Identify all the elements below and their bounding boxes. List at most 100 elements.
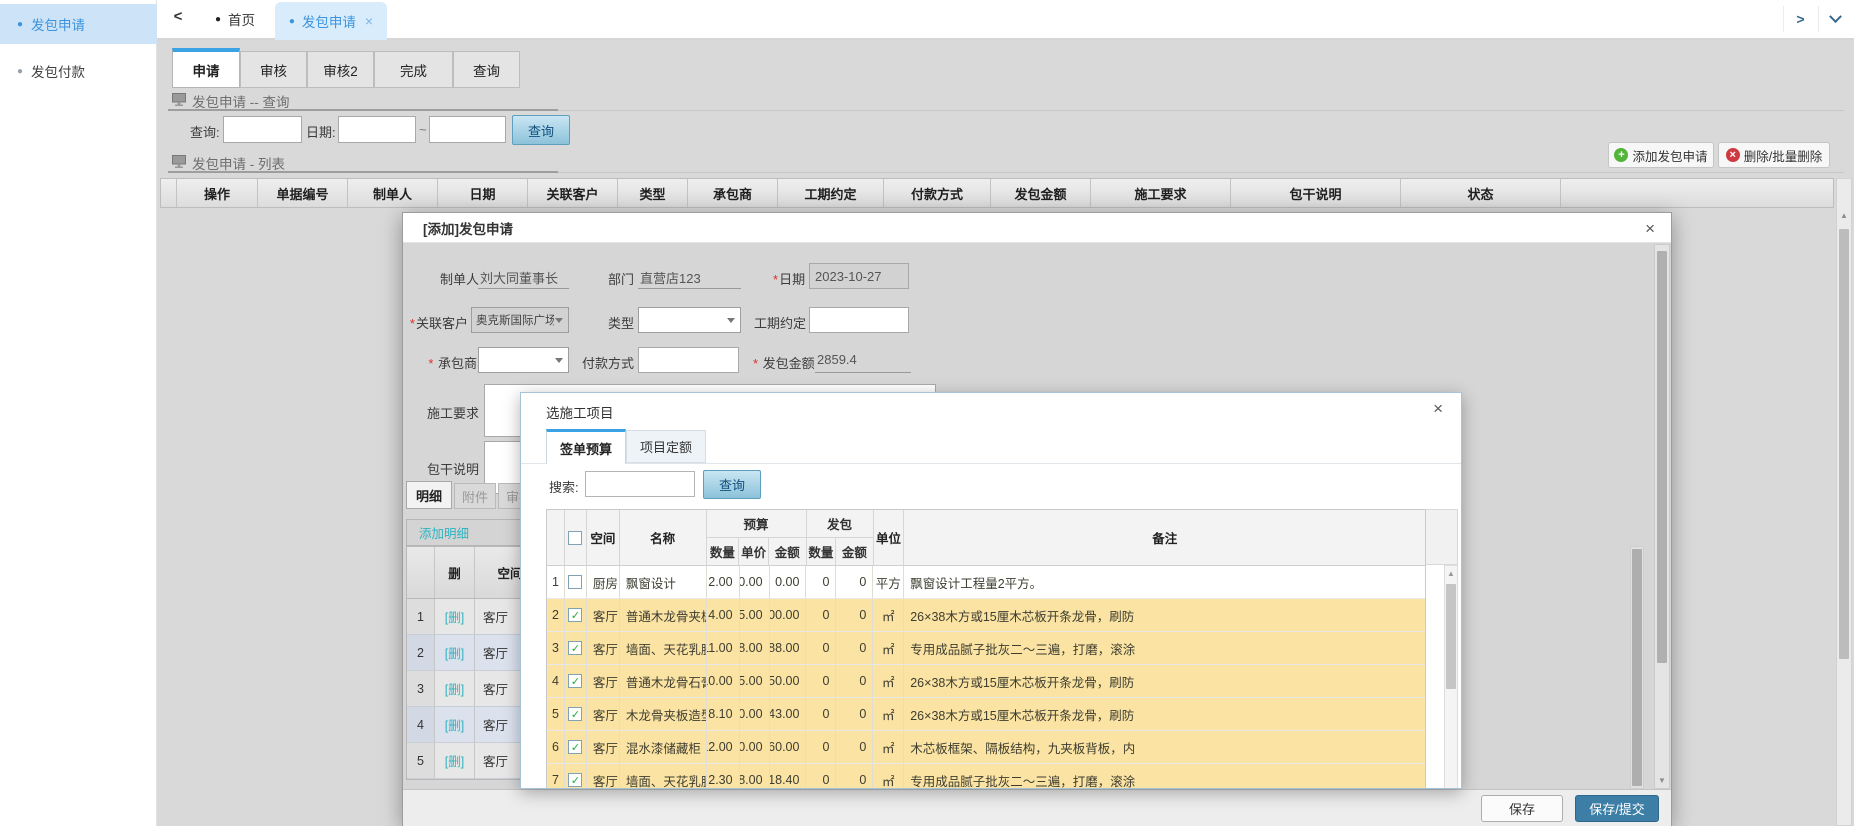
query-input[interactable]	[223, 116, 302, 143]
tab-attachment[interactable]: 附件	[454, 483, 496, 509]
tab-apply[interactable]: 申请	[172, 48, 240, 88]
space-cell: 客厅	[587, 665, 620, 697]
budget-group-header: 预算 数量 单价 金额	[707, 510, 807, 565]
date-end-input[interactable]	[429, 116, 506, 143]
tab-complete[interactable]: 完成	[374, 51, 453, 88]
x-circle-icon: ×	[1726, 148, 1740, 162]
tab-detail[interactable]: 明细	[406, 481, 452, 509]
page-scrollbar[interactable]: ▲	[1836, 178, 1852, 826]
scrollbar-thumb[interactable]	[1446, 584, 1456, 689]
detail-area-scrollbar[interactable]	[1630, 546, 1644, 789]
top-tabbar: < ● 首页 ● 发包申请 × >	[157, 0, 1854, 40]
modal-close-icon[interactable]: ×	[1645, 220, 1655, 237]
date-value-input[interactable]: 2023-10-27	[809, 263, 909, 289]
tab-signed-budget[interactable]: 签单预算	[546, 429, 626, 464]
scrollbar-thumb[interactable]	[1632, 549, 1642, 786]
bullet-icon: ●	[289, 16, 295, 27]
tab-query[interactable]: 查询	[453, 51, 520, 88]
tab-list-dropdown-icon[interactable]	[1818, 6, 1852, 32]
payment-input[interactable]	[638, 347, 739, 373]
picker-header-extension	[1426, 509, 1458, 565]
picker-search-button[interactable]: 查询	[703, 470, 761, 499]
scroll-up-icon[interactable]: ▲	[1445, 569, 1457, 578]
customer-label: *关联客户	[403, 313, 468, 332]
row-checkbox-checked[interactable]	[568, 674, 582, 688]
qty-header: 数量	[707, 538, 740, 565]
scrollbar-thumb[interactable]	[1657, 251, 1667, 663]
picker-table-row[interactable]: 2客厅普通木龙骨夹板墙面4.0025.00100.0000㎡26×38木方或15…	[547, 599, 1425, 632]
picker-table-row[interactable]: 6客厅混水漆储藏柜（深600mm12.00180.002160.0000㎡木芯板…	[547, 731, 1425, 764]
picker-search-input[interactable]	[585, 471, 695, 497]
tab-scroll-left-icon[interactable]: <	[167, 8, 189, 30]
select-all-checkbox[interactable]	[568, 531, 582, 545]
name-cell: 木龙骨夹板造型墙面	[620, 698, 707, 730]
scroll-down-icon[interactable]: ▼	[1655, 776, 1669, 785]
modal-body-scrollbar[interactable]: ▼	[1654, 244, 1670, 789]
sidebar-item-dispatch-payment[interactable]: ● 发包付款	[0, 54, 157, 88]
divider	[558, 110, 1844, 111]
budget-qty-cell: 2.00	[707, 566, 740, 598]
row-number-header	[547, 510, 565, 565]
select-all-header	[565, 510, 587, 565]
tab-close-icon[interactable]: ×	[365, 13, 373, 29]
picker-table-row[interactable]: 1厨房飘窗设计2.000.000.0000平方飘窗设计工程量2平方。	[547, 566, 1425, 599]
delete-row-link[interactable]: [删]	[435, 707, 475, 742]
type-label: 类型	[606, 313, 634, 332]
picker-close-icon[interactable]: ×	[1433, 400, 1443, 417]
customer-select[interactable]: 奥克斯国际广场1栋5单	[471, 307, 569, 333]
amount-value: 2859.4	[815, 347, 911, 373]
contractor-select[interactable]	[478, 347, 569, 373]
row-select-header	[161, 179, 177, 207]
date-start-input[interactable]	[338, 116, 416, 143]
picker-search-label: 搜索:	[549, 477, 579, 496]
requirement-label: 施工要求	[427, 403, 479, 422]
row-number: 1	[547, 566, 565, 598]
row-checkbox-checked[interactable]	[568, 608, 582, 622]
row-checkbox-checked[interactable]	[568, 740, 582, 754]
unit-cell: 平方	[873, 566, 904, 598]
out-qty-header: 数量	[807, 538, 837, 565]
budget-qty-cell: 11.00	[707, 632, 740, 664]
row-checkbox-checked[interactable]	[568, 707, 582, 721]
budget-amount-cell: 250.00	[770, 665, 807, 697]
unit-cell: ㎡	[873, 599, 904, 631]
row-checkbox-checked[interactable]	[568, 773, 582, 787]
picker-table-row[interactable]: 7客厅墙面、天花乳胶漆2.308.0018.4000㎡专用成品腻子批灰二～三遍，…	[547, 764, 1425, 789]
tab-review2[interactable]: 审核2	[307, 51, 374, 88]
tab-scroll-right-icon[interactable]: >	[1783, 6, 1817, 32]
type-select[interactable]	[638, 307, 741, 333]
delete-batch-button[interactable]: × 删除/批量删除	[1718, 142, 1830, 168]
add-detail-link[interactable]: 添加明细	[419, 523, 469, 542]
scroll-up-icon[interactable]: ▲	[1837, 211, 1851, 220]
row-checkbox-checked[interactable]	[568, 641, 582, 655]
delete-row-link[interactable]: [删]	[435, 743, 475, 778]
picker-scrollbar[interactable]: ▲	[1444, 565, 1458, 789]
delete-row-link[interactable]: [删]	[435, 671, 475, 706]
delete-row-link[interactable]: [删]	[435, 635, 475, 670]
sidebar-item-dispatch-apply[interactable]: ● 发包申请	[0, 4, 157, 44]
save-submit-button[interactable]: 保存/提交	[1575, 795, 1659, 822]
outsource-amount-cell: 0	[836, 698, 873, 730]
budget-amount-cell: 100.00	[770, 599, 807, 631]
duration-input[interactable]	[809, 307, 909, 333]
tab-project-quota[interactable]: 项目定额	[626, 430, 706, 463]
picker-table-row[interactable]: 4客厅普通木龙骨石膏板墙面10.0025.00250.0000㎡26×38木方或…	[547, 665, 1425, 698]
add-dispatch-button[interactable]: + 添加发包申请	[1608, 142, 1714, 168]
chevron-down-icon	[1829, 10, 1842, 23]
tab-review[interactable]: 审核	[240, 51, 307, 88]
tab-label: 明细	[416, 486, 442, 505]
row-number: 2	[547, 599, 565, 631]
tab-dispatch-apply[interactable]: ● 发包申请 ×	[275, 2, 387, 40]
query-section-title: 发包申请 -- 查询	[192, 91, 290, 111]
budget-amount-cell: 0.00	[770, 566, 807, 598]
picker-table-row[interactable]: 5客厅木龙骨夹板造型墙面8.1030.00243.0000㎡26×38木方或15…	[547, 698, 1425, 731]
picker-table-row[interactable]: 3客厅墙面、天花乳胶漆11.008.0088.0000㎡专用成品腻子批灰二～三遍…	[547, 632, 1425, 665]
picker-table-body: 1厨房飘窗设计2.000.000.0000平方飘窗设计工程量2平方。2客厅普通木…	[547, 566, 1425, 789]
row-checkbox[interactable]	[568, 575, 582, 589]
save-button[interactable]: 保存	[1481, 795, 1563, 822]
price-header: 单价	[739, 538, 769, 565]
tab-home[interactable]: ● 首页	[197, 0, 273, 38]
delete-row-link[interactable]: [删]	[435, 599, 475, 634]
search-button[interactable]: 查询	[512, 115, 570, 145]
scrollbar-thumb[interactable]	[1839, 229, 1849, 659]
